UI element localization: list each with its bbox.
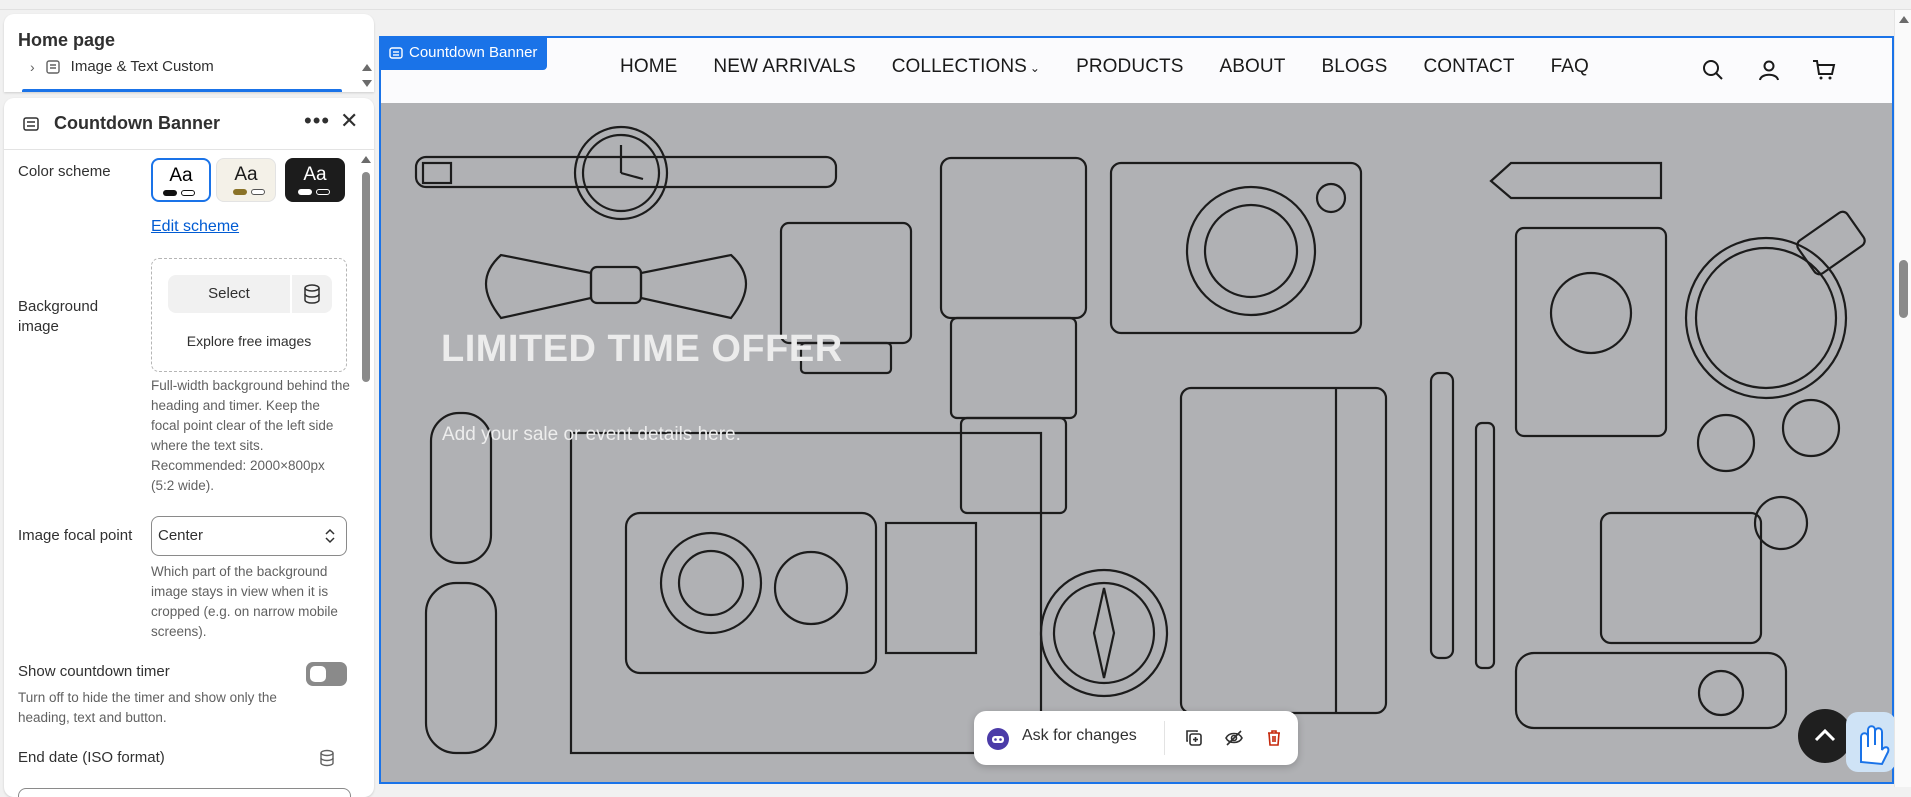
nav-collections[interactable]: COLLECTIONS ⌄	[892, 56, 1040, 78]
nav-home[interactable]: HOME	[620, 56, 677, 78]
section-icon	[389, 47, 403, 59]
search-icon[interactable]	[1701, 58, 1725, 82]
chevron-down-icon: ⌄	[1029, 61, 1041, 75]
editor-sidebar: Home page › Image & Text Custom Countdow…	[0, 10, 375, 797]
background-image-label: Background image	[18, 298, 99, 335]
color-scheme-label: Color scheme	[18, 163, 111, 180]
more-icon[interactable]: •••	[304, 108, 330, 134]
ask-for-changes-button[interactable]: Ask for changes	[1022, 727, 1137, 745]
edit-scheme-link[interactable]: Edit scheme	[151, 218, 239, 236]
image-picker: Select Explore free images	[151, 258, 347, 372]
database-icon	[304, 284, 320, 304]
hide-icon[interactable]	[1224, 728, 1244, 748]
close-icon[interactable]: ✕	[340, 108, 358, 134]
focal-point-value: Center	[158, 527, 204, 544]
account-icon[interactable]	[1757, 58, 1781, 82]
hero-text: Add your sale or event details here.	[442, 424, 741, 445]
section-badge[interactable]: Countdown Banner	[381, 38, 548, 70]
focal-point-help: Which part of the background image stays…	[151, 564, 338, 639]
nav-faq[interactable]: FAQ	[1551, 56, 1589, 78]
nav-blogs[interactable]: BLOGS	[1321, 56, 1387, 78]
swatch-text: Aa	[303, 164, 327, 185]
cart-icon[interactable]	[1812, 58, 1836, 82]
background-image-help: Full-width background behind the heading…	[151, 378, 350, 493]
tree-scrollbar[interactable]	[361, 62, 373, 92]
color-scheme-swatch-1[interactable]: Aa	[151, 158, 211, 202]
duplicate-icon[interactable]	[1184, 728, 1204, 748]
countdown-help: Turn off to hide the timer and show only…	[18, 690, 277, 725]
nav-new-arrivals[interactable]: NEW ARRIVALS	[713, 56, 855, 78]
chat-widget-icon[interactable]	[1846, 712, 1896, 772]
selected-highlight	[22, 89, 342, 92]
panel-header: Countdown Banner ••• ✕	[4, 98, 374, 150]
swatch-text: Aa	[234, 164, 258, 185]
nav-contact[interactable]: CONTACT	[1423, 56, 1514, 78]
ai-assistant-icon	[987, 728, 1009, 750]
countdown-section-icon	[23, 117, 39, 131]
end-date-input[interactable]	[18, 788, 351, 797]
focal-point-select[interactable]: Center	[151, 516, 347, 556]
delete-icon[interactable]	[1264, 728, 1284, 748]
chevron-up-icon	[1814, 728, 1836, 742]
nav-products[interactable]: PRODUCTS	[1076, 56, 1183, 78]
section-settings-panel: Countdown Banner ••• ✕ Color scheme Aa A…	[4, 98, 374, 797]
page-title: Home page	[18, 30, 116, 50]
scroll-to-top-button[interactable]	[1798, 709, 1852, 763]
color-scheme-swatch-2[interactable]: Aa	[216, 158, 276, 202]
theme-preview: Countdown Banner HOME NEW ARRIVALS COLLE…	[379, 36, 1894, 784]
store-header: Countdown Banner HOME NEW ARRIVALS COLLE…	[381, 38, 1892, 103]
chevron-right-icon[interactable]: ›	[30, 59, 35, 75]
page-tree-card: Home page › Image & Text Custom	[4, 14, 374, 92]
hero-heading: LIMITED TIME OFFER	[441, 328, 843, 370]
panel-title: Countdown Banner	[54, 113, 220, 133]
top-strip	[0, 0, 1911, 10]
preview-scrollbar[interactable]	[1894, 10, 1911, 787]
countdown-toggle-label: Show countdown timer	[18, 663, 170, 680]
select-image-button[interactable]: Select	[168, 275, 290, 313]
explore-free-images-link[interactable]: Explore free images	[152, 333, 346, 349]
panel-scrollbar[interactable]	[359, 150, 373, 797]
section-icon	[45, 59, 60, 74]
swatch-text: Aa	[169, 165, 193, 186]
focal-point-label: Image focal point	[18, 527, 133, 544]
countdown-toggle[interactable]	[306, 662, 347, 686]
ai-toolbar: Ask for changes	[974, 711, 1298, 765]
end-date-label: End date (ISO format)	[18, 749, 165, 766]
nav-about[interactable]: ABOUT	[1220, 56, 1286, 78]
tree-item-label: Image & Text Custom	[70, 58, 214, 75]
color-scheme-swatch-3[interactable]: Aa	[285, 158, 345, 202]
tree-item-image-text[interactable]: › Image & Text Custom	[30, 58, 214, 75]
select-arrows-icon	[325, 528, 335, 544]
database-icon[interactable]	[318, 749, 336, 767]
section-badge-label: Countdown Banner	[409, 44, 538, 61]
dynamic-source-button[interactable]	[292, 275, 332, 313]
main-navigation: HOME NEW ARRIVALS COLLECTIONS ⌄ PRODUCTS …	[620, 56, 1625, 78]
